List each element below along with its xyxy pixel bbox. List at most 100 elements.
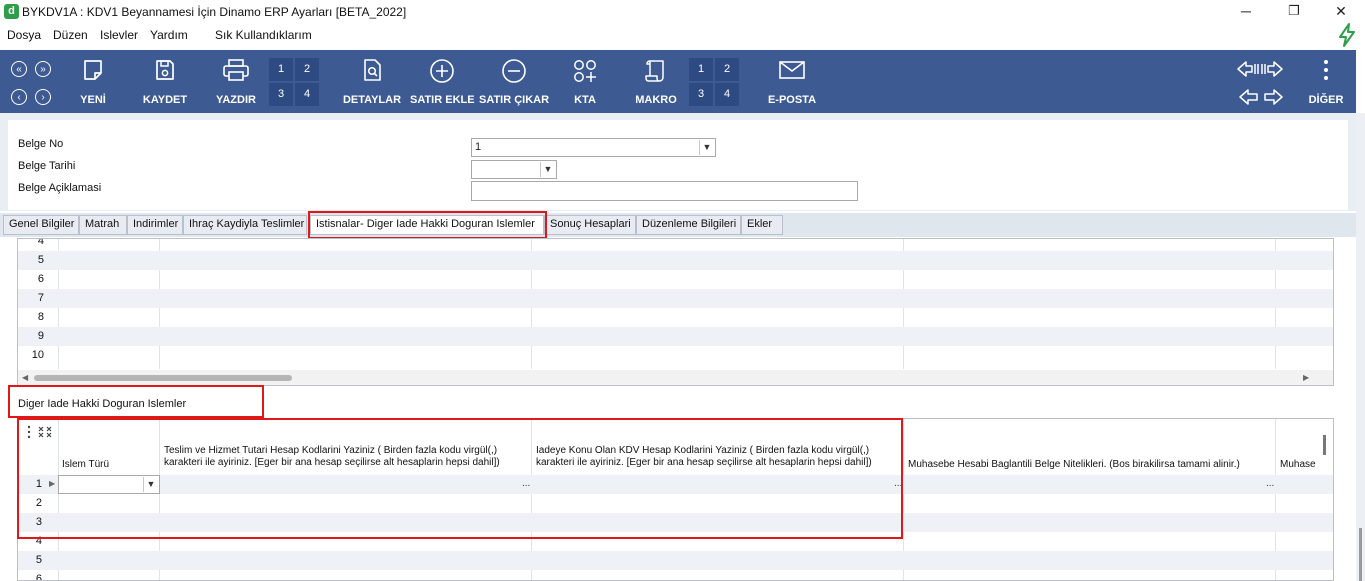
tab-sonuc-hesaplari[interactable]: Sonuç Hesaplari <box>544 215 636 235</box>
belge-tarihi-picker[interactable]: ▼ <box>471 160 557 179</box>
row-number: 9 <box>37 330 44 342</box>
macro-slot-1[interactable]: 1 <box>689 58 713 81</box>
new-button[interactable]: YENİ <box>70 50 116 113</box>
kta-button[interactable]: KTA <box>565 50 605 113</box>
row-number: 4 <box>37 238 44 247</box>
menu-islevler[interactable]: Islevler <box>100 28 138 42</box>
belge-no-select[interactable]: 1 ▼ <box>471 138 716 157</box>
section-title-highlight <box>8 385 264 418</box>
minus-circle-icon <box>502 59 526 83</box>
belge-tarihi-label: Belge Tarihi <box>18 160 76 172</box>
print-page-3[interactable]: 3 <box>269 83 293 106</box>
row-number: 8 <box>37 311 44 323</box>
table-row[interactable]: 5 <box>18 551 1333 570</box>
document-header-panel: Belge No Belge Tarihi Belge Açiklamasi 1… <box>8 120 1348 210</box>
macro-slot-4[interactable]: 4 <box>715 83 739 106</box>
details-button[interactable]: DETAYLAR <box>341 50 403 113</box>
menu-bar: Dosya Düzen Islevler Yardım Sık Kullandı… <box>0 25 1365 47</box>
macro-button[interactable]: MAKRO <box>632 50 680 113</box>
chevron-down-icon[interactable]: ▼ <box>699 140 714 155</box>
upper-grid: 4 5 6 7 8 9 10 ◀ ▶ <box>17 238 1334 386</box>
belge-nitelikleri-ellipsis-button[interactable]: ... <box>1266 478 1274 489</box>
row-number: 7 <box>37 292 44 304</box>
horizontal-scrollbar[interactable]: ◀ ▶ <box>18 370 1333 385</box>
table-row[interactable]: 4 <box>18 238 1333 251</box>
table-row[interactable]: 10 <box>18 346 1333 365</box>
page-scroll-thumb[interactable] <box>1359 528 1362 581</box>
minimize-button[interactable]: ─ <box>1223 0 1269 24</box>
columns-highlight <box>17 418 903 539</box>
table-row[interactable]: 6 <box>18 570 1333 581</box>
chevron-down-icon[interactable]: ▼ <box>540 162 555 177</box>
window-title: BYKDV1A : KDV1 Beyannamesi İçin Dinamo E… <box>22 5 407 19</box>
print-button-label: YAZDIR <box>216 94 256 106</box>
printer-icon <box>223 59 249 81</box>
lightning-icon[interactable] <box>1335 22 1359 48</box>
email-button[interactable]: E-POSTA <box>764 50 820 113</box>
next-record-icon[interactable]: › <box>35 89 51 105</box>
tab-indirimler[interactable]: Indirimler <box>127 215 183 235</box>
print-page-4[interactable]: 4 <box>295 83 319 106</box>
belge-aciklamasi-label: Belge Açiklamasi <box>18 182 102 194</box>
tab-matrah[interactable]: Matrah <box>79 215 127 235</box>
vertical-scroll-thumb[interactable] <box>1323 435 1326 455</box>
tab-genel-bilgiler[interactable]: Genel Bilgiler <box>3 215 79 235</box>
horizontal-scroll-thumb[interactable] <box>34 375 292 381</box>
add-row-button-label: SATIR EKLE <box>410 94 475 106</box>
macro-slot-3[interactable]: 3 <box>689 83 713 106</box>
macro-slot-2[interactable]: 2 <box>715 58 739 81</box>
first-record-icon[interactable]: « <box>11 61 27 77</box>
next-page-arrow-icon[interactable] <box>1262 87 1284 107</box>
menu-favorites[interactable]: Sık Kullandıklarım <box>215 28 312 42</box>
print-page-2[interactable]: 2 <box>295 58 319 81</box>
belge-no-value: 1 <box>475 141 482 153</box>
save-button[interactable]: KAYDET <box>140 50 190 113</box>
row-number: 6 <box>35 573 42 581</box>
maximize-button[interactable]: ❐ <box>1271 0 1317 24</box>
menu-dosya[interactable]: Dosya <box>7 28 41 42</box>
plus-circle-icon <box>430 59 454 83</box>
table-row[interactable]: 7 <box>18 289 1333 308</box>
menu-duzen[interactable]: Düzen <box>53 28 88 42</box>
new-document-icon <box>84 60 102 80</box>
table-row[interactable]: 6 <box>18 270 1333 289</box>
print-button[interactable]: YAZDIR <box>212 50 260 113</box>
remove-row-button[interactable]: SATIR ÇIKAR <box>479 50 549 113</box>
more-button[interactable]: DİĞER <box>1306 50 1346 113</box>
column-header-muhasebe[interactable]: Muhase <box>1280 459 1316 471</box>
belge-aciklamasi-input[interactable] <box>471 181 858 201</box>
kta-button-label: KTA <box>574 94 596 106</box>
save-disk-icon <box>156 60 174 80</box>
document-search-icon <box>364 59 381 81</box>
first-page-arrow-icon[interactable] <box>1236 59 1260 79</box>
row-number: 6 <box>37 273 44 285</box>
title-bar: d BYKDV1A : KDV1 Beyannamesi İçin Dinamo… <box>0 0 1365 24</box>
close-button[interactable]: ✕ <box>1318 0 1364 24</box>
details-button-label: DETAYLAR <box>342 94 402 106</box>
tab-ihrac-kaydiyla-teslimler[interactable]: Ihraç Kaydiyla Teslimler <box>183 215 307 235</box>
active-tab-highlight <box>308 211 547 239</box>
row-number: 5 <box>35 554 42 566</box>
row-number: 5 <box>37 254 44 266</box>
last-page-arrow-icon[interactable] <box>1260 59 1284 79</box>
scroll-right-icon[interactable]: ▶ <box>1303 373 1309 382</box>
previous-record-icon[interactable]: ‹ <box>11 89 27 105</box>
print-page-1[interactable]: 1 <box>269 58 293 81</box>
table-row[interactable]: 9 <box>18 327 1333 346</box>
last-record-icon[interactable]: » <box>35 61 51 77</box>
new-button-label: YENİ <box>80 94 106 106</box>
tab-ekler[interactable]: Ekler <box>741 215 783 235</box>
previous-page-arrow-icon[interactable] <box>1238 87 1260 107</box>
add-row-button[interactable]: SATIR EKLE <box>410 50 475 113</box>
menu-yardim[interactable]: Yardım <box>150 28 188 42</box>
email-button-label: E-POSTA <box>767 94 817 106</box>
table-row[interactable]: 5 <box>18 251 1333 270</box>
table-row[interactable]: 8 <box>18 308 1333 327</box>
scroll-icon <box>645 60 664 82</box>
row-number: 10 <box>31 349 44 361</box>
tab-duzenleme-bilgileri[interactable]: Düzenleme Bilgileri <box>636 215 741 235</box>
column-header-belge-nitelikleri[interactable]: Muhasebe Hesabi Baglantili Belge Nitelik… <box>908 459 1240 471</box>
envelope-icon <box>779 61 805 79</box>
page-vertical-scrollbar[interactable] <box>1356 113 1365 581</box>
scroll-left-icon[interactable]: ◀ <box>22 373 28 382</box>
